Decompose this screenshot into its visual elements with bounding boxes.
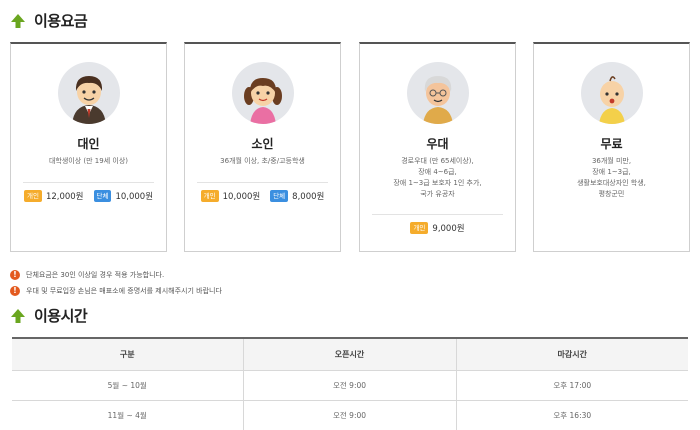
table-cell: 11월 ~ 4월 xyxy=(12,400,244,430)
card-divider xyxy=(23,182,154,183)
table-header-row: 구분 오픈시간 마감시간 xyxy=(12,337,688,371)
card-desc-line: 평창군민 xyxy=(598,190,625,198)
price-amount: 8,000원 xyxy=(292,192,325,202)
notices: ! 단체요금은 30인 이상일 경우 적용 가능합니다. ! 우대 및 무료입장… xyxy=(10,267,222,299)
exclamation-icon: ! xyxy=(10,270,20,280)
column-header: 마감시간 xyxy=(456,337,688,371)
card-name: 대인 xyxy=(77,137,100,151)
card-desc-line: 생활보호대상자인 학생, xyxy=(577,179,646,187)
card-desc-line: 장애 1~3급, xyxy=(592,168,631,176)
card-name: 소인 xyxy=(251,137,274,151)
baby-avatar xyxy=(580,62,643,124)
fee-card-child: 소인 36개월 이상, 초/중/고등학생 개인 10,000원 단체 8,000… xyxy=(184,42,341,252)
price-amount: 9,000원 xyxy=(432,224,465,234)
fee-card-adult: 대인 대학생이상 (만 19세 이상) 개인 12,000원 단체 10,000… xyxy=(10,42,167,252)
individual-badge: 개인 xyxy=(200,190,219,202)
fee-card-free: 무료 36개월 미만, 장애 1~3급, 생활보호대상자인 학생, 평창군민 xyxy=(533,42,690,252)
card-desc-line: 장애 1~3급 보호자 1인 추가, xyxy=(393,179,482,187)
price-row: 개인 9,000원 xyxy=(360,222,515,234)
senior-grandmother-icon xyxy=(422,76,453,124)
notice-item: ! 단체요금은 30인 이상일 경우 적용 가능합니다. xyxy=(10,267,222,283)
baby-icon xyxy=(598,76,625,124)
child-avatar xyxy=(231,62,294,124)
notice-text: 우대 및 무료입장 손님은 매표소에 증명서를 제시해주시기 바랍니다 xyxy=(26,287,222,295)
individual-badge: 개인 xyxy=(23,190,42,202)
card-description: 36개월 미만, 장애 1~3급, 생활보호대상자인 학생, 평창군민 xyxy=(540,156,683,200)
table-row: 5월 ~ 10월 오전 9:00 오후 17:00 xyxy=(12,370,688,401)
price-row: 개인 12,000원 단체 10,000원 xyxy=(11,190,166,202)
table-cell: 오전 9:00 xyxy=(243,370,457,401)
price-group: 단체 10,000원 xyxy=(93,190,154,202)
card-description: 경로우대 (만 65세이상), 장애 4~6급, 장애 1~3급 보호자 1인 … xyxy=(366,156,509,200)
price-amount: 10,000원 xyxy=(222,192,261,202)
price-group: 단체 8,000원 xyxy=(270,190,324,202)
senior-avatar xyxy=(406,62,469,124)
hours-table: 구분 오픈시간 마감시간 5월 ~ 10월 오전 9:00 오후 17:00 1… xyxy=(12,337,688,430)
table-cell: 오후 16:30 xyxy=(456,400,688,430)
column-header: 오픈시간 xyxy=(243,337,457,371)
card-desc-line: 국가 유공자 xyxy=(420,190,455,198)
adult-man-icon xyxy=(71,76,106,124)
notice-text: 단체요금은 30인 이상일 경우 적용 가능합니다. xyxy=(26,271,165,279)
column-header: 구분 xyxy=(12,337,244,371)
notice-item: ! 우대 및 무료입장 손님은 매표소에 증명서를 제시해주시기 바랍니다 xyxy=(10,283,222,299)
exclamation-icon: ! xyxy=(10,286,20,296)
price-individual: 개인 9,000원 xyxy=(410,222,465,234)
price-individual: 개인 10,000원 xyxy=(200,190,261,202)
child-girl-icon xyxy=(243,78,282,124)
fee-cards: 대인 대학생이상 (만 19세 이상) 개인 12,000원 단체 10,000… xyxy=(10,42,690,252)
table-cell: 오전 9:00 xyxy=(243,400,457,430)
table-cell: 오후 17:00 xyxy=(456,370,688,401)
card-desc-line: 장애 4~6급, xyxy=(418,168,457,176)
card-description: 대학생이상 (만 19세 이상) xyxy=(17,156,160,167)
card-desc-line: 대학생이상 (만 19세 이상) xyxy=(48,157,128,165)
price-amount: 12,000원 xyxy=(45,192,84,202)
fees-section-header: 이용요금 xyxy=(10,10,88,31)
card-divider xyxy=(197,182,328,183)
green-up-arrow-icon xyxy=(11,308,25,323)
individual-badge: 개인 xyxy=(410,222,429,234)
card-name: 우대 xyxy=(426,137,449,151)
card-name: 무료 xyxy=(600,137,623,151)
group-badge: 단체 xyxy=(270,190,289,202)
card-desc-line: 36개월 이상, 초/중/고등학생 xyxy=(220,157,305,165)
adult-avatar xyxy=(57,62,120,124)
card-description: 36개월 이상, 초/중/고등학생 xyxy=(191,156,334,167)
fees-section-title: 이용요금 xyxy=(34,12,88,30)
table-cell: 5월 ~ 10월 xyxy=(12,370,244,401)
price-amount: 10,000원 xyxy=(115,192,154,202)
price-individual: 개인 12,000원 xyxy=(23,190,84,202)
card-desc-line: 경로우대 (만 65세이상), xyxy=(401,157,474,165)
table-row: 11월 ~ 4월 오전 9:00 오후 16:30 xyxy=(12,400,688,430)
group-badge: 단체 xyxy=(93,190,112,202)
green-up-arrow-icon xyxy=(11,13,25,28)
hours-section-header: 이용시간 xyxy=(10,305,88,326)
card-divider xyxy=(372,214,503,215)
price-row: 개인 10,000원 단체 8,000원 xyxy=(185,190,340,202)
card-desc-line: 36개월 미만, xyxy=(591,157,632,165)
hours-section-title: 이용시간 xyxy=(34,307,88,325)
fee-card-preferential: 우대 경로우대 (만 65세이상), 장애 4~6급, 장애 1~3급 보호자 … xyxy=(359,42,516,252)
